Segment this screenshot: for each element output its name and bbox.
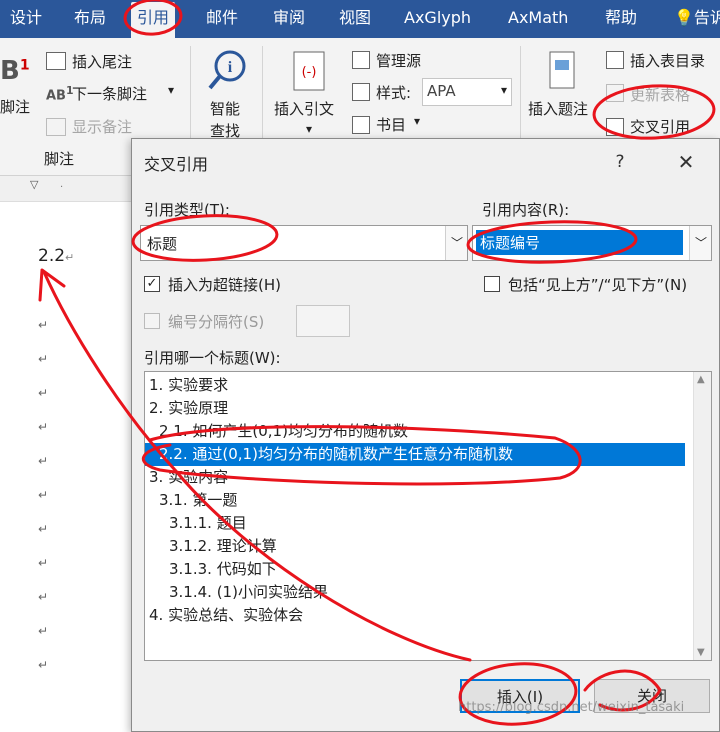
tab-help[interactable]: 帮助 bbox=[605, 0, 637, 38]
list-item[interactable]: 2.1. 如何产生(0,1)均匀分布的随机数 bbox=[145, 420, 685, 443]
insert-endnote-button[interactable]: 插入尾注 bbox=[72, 51, 132, 72]
paragraph-mark-icon: ↵ bbox=[38, 454, 49, 468]
smart-lookup-icon: i bbox=[208, 50, 246, 90]
insert-table-of-figures-button[interactable]: 插入表目录 bbox=[630, 50, 705, 71]
list-item[interactable]: 2. 实验原理 bbox=[145, 397, 685, 420]
chevron-down-icon[interactable]: ▾ bbox=[414, 114, 420, 128]
paragraph-mark-icon: ↵ bbox=[65, 251, 75, 264]
paragraph-mark-icon: ↵ bbox=[38, 624, 49, 638]
paragraph-mark-icon: ↵ bbox=[38, 420, 49, 434]
cross-reference-icon bbox=[606, 118, 624, 136]
list-item[interactable]: 3. 实验内容 bbox=[145, 466, 685, 489]
tab-design[interactable]: 设计 bbox=[10, 0, 42, 38]
paragraph-mark-icon: ↵ bbox=[38, 352, 49, 366]
paragraph-mark-icon: ↵ bbox=[38, 590, 49, 604]
list-item-selected[interactable]: 2.2. 通过(0,1)均匀分布的随机数产生任意分布随机数 bbox=[145, 443, 685, 466]
scroll-up-icon[interactable]: ▲ bbox=[697, 374, 705, 385]
list-item[interactable]: 3.1.2. 理论计算 bbox=[145, 535, 685, 558]
bibliography-icon bbox=[352, 116, 370, 134]
paragraph-mark-icon: ↵ bbox=[38, 318, 49, 332]
tab-review[interactable]: 审阅 bbox=[273, 0, 305, 38]
style-select[interactable]: APA ▾ bbox=[422, 78, 512, 106]
list-item[interactable]: 3.1.1. 题目 bbox=[145, 512, 685, 535]
cross-reference-button[interactable]: 交叉引用 bbox=[630, 116, 690, 137]
insert-hyperlink-label: 插入为超链接(H) bbox=[168, 276, 281, 294]
update-table-button[interactable]: 更新表格 bbox=[630, 84, 690, 105]
separate-numbers-checkbox[interactable] bbox=[144, 313, 160, 329]
watermark-text: https://blog.csdn.net/weixin_tasaki bbox=[458, 700, 685, 715]
tab-layout[interactable]: 布局 bbox=[74, 0, 106, 38]
list-item[interactable]: 3.1.4. (1)小问实验结果 bbox=[145, 581, 685, 604]
paragraph-mark-icon: ↵ bbox=[38, 386, 49, 400]
indent-marker-icon[interactable]: ▽ bbox=[30, 178, 38, 191]
show-notes-icon bbox=[46, 118, 66, 136]
svg-text:(-): (-) bbox=[302, 65, 317, 80]
help-button[interactable]: ? bbox=[604, 147, 636, 177]
horizontal-ruler[interactable]: ▽ · bbox=[0, 176, 140, 202]
insert-footnote-icon[interactable]: B1 bbox=[0, 56, 30, 86]
include-above-below-checkbox[interactable] bbox=[484, 276, 500, 292]
tab-axmath[interactable]: AxMath bbox=[508, 0, 568, 38]
list-item[interactable]: 4. 实验总结、实验体会 bbox=[145, 604, 685, 627]
scroll-down-icon[interactable]: ▼ bbox=[697, 647, 705, 658]
paragraph-mark-icon: ↵ bbox=[38, 488, 49, 502]
smart-lookup-label-1[interactable]: 智能 bbox=[210, 98, 240, 119]
svg-text:i: i bbox=[228, 59, 233, 76]
manage-sources-icon bbox=[352, 51, 370, 69]
include-above-below-label: 包括“见上方”/“见下方”(N) bbox=[508, 276, 688, 294]
bibliography-button[interactable]: 书目 bbox=[376, 114, 406, 135]
list-item[interactable]: 3.1. 第一题 bbox=[145, 489, 685, 512]
chevron-down-icon[interactable]: ▾ bbox=[306, 122, 312, 136]
insert-caption-icon bbox=[549, 51, 575, 89]
tell-me-box[interactable]: 💡告诉 bbox=[674, 0, 720, 38]
chevron-down-icon: ﹀ bbox=[445, 226, 467, 260]
dialog-title: 交叉引用 bbox=[144, 155, 209, 174]
separate-numbers-label: 编号分隔符(S) bbox=[168, 313, 265, 331]
reference-type-select[interactable]: 标题 ﹀ bbox=[140, 225, 468, 261]
next-footnote-icon: AB1 bbox=[46, 84, 74, 104]
cross-reference-dialog: 交叉引用 ? ✕ 引用类型(T): 标题 ﹀ 引用内容(R): 标题编号 ﹀ ✓… bbox=[131, 138, 720, 732]
table-of-figures-icon bbox=[606, 51, 624, 69]
show-notes-button[interactable]: 显示备注 bbox=[72, 116, 132, 137]
style-icon bbox=[352, 83, 370, 101]
tab-references[interactable]: 引用 bbox=[131, 2, 176, 38]
style-label: 样式: bbox=[376, 84, 412, 102]
ribbon-tab-bar: 设计 布局 引用 邮件 审阅 视图 AxGlyph AxMath 帮助 💡告诉 bbox=[0, 0, 720, 38]
reference-content-label: 引用内容(R): bbox=[482, 201, 570, 219]
chevron-down-icon[interactable]: ▾ bbox=[168, 83, 174, 97]
manage-sources-button[interactable]: 管理源 bbox=[376, 50, 421, 71]
update-table-icon bbox=[606, 84, 624, 102]
tab-mailings[interactable]: 邮件 bbox=[206, 0, 238, 38]
reference-content-select[interactable]: 标题编号 ﹀ bbox=[472, 225, 712, 261]
paragraph-mark-icon: ↵ bbox=[38, 658, 49, 672]
list-item[interactable]: 3.1.3. 代码如下 bbox=[145, 558, 685, 581]
close-icon[interactable]: ✕ bbox=[670, 147, 702, 177]
endnote-icon bbox=[46, 52, 66, 70]
paragraph-mark-icon: ↵ bbox=[38, 556, 49, 570]
insert-caption-button[interactable]: 插入题注 bbox=[528, 98, 588, 119]
insert-citation-button[interactable]: 插入引文 bbox=[274, 98, 334, 119]
lightbulb-icon: 💡 bbox=[674, 8, 694, 27]
listbox-scrollbar[interactable]: ▲ ▼ bbox=[693, 372, 711, 660]
footnotes-group-label: 脚注 bbox=[44, 150, 75, 168]
paragraph-mark-icon: ↵ bbox=[38, 522, 49, 536]
insert-hyperlink-checkbox[interactable]: ✓ bbox=[144, 276, 160, 292]
chevron-down-icon: ﹀ bbox=[689, 226, 711, 260]
tab-view[interactable]: 视图 bbox=[339, 0, 371, 38]
insert-footnote-button[interactable]: 脚注 bbox=[0, 96, 30, 117]
list-item[interactable]: 1. 实验要求 bbox=[145, 374, 685, 397]
tab-axglyph[interactable]: AxGlyph bbox=[404, 0, 471, 38]
chevron-down-icon: ▾ bbox=[500, 83, 507, 97]
which-heading-label: 引用哪一个标题(W): bbox=[144, 349, 281, 367]
insert-citation-icon: (-) bbox=[293, 51, 325, 91]
reference-type-label: 引用类型(T): bbox=[144, 201, 230, 219]
heading-listbox[interactable]: 1. 实验要求 2. 实验原理 2.1. 如何产生(0,1)均匀分布的随机数 2… bbox=[144, 371, 712, 661]
separator-input[interactable] bbox=[296, 305, 350, 337]
document-heading-text[interactable]: 2.2↵ bbox=[38, 246, 74, 266]
next-footnote-button[interactable]: 下一条脚注 bbox=[72, 83, 147, 104]
